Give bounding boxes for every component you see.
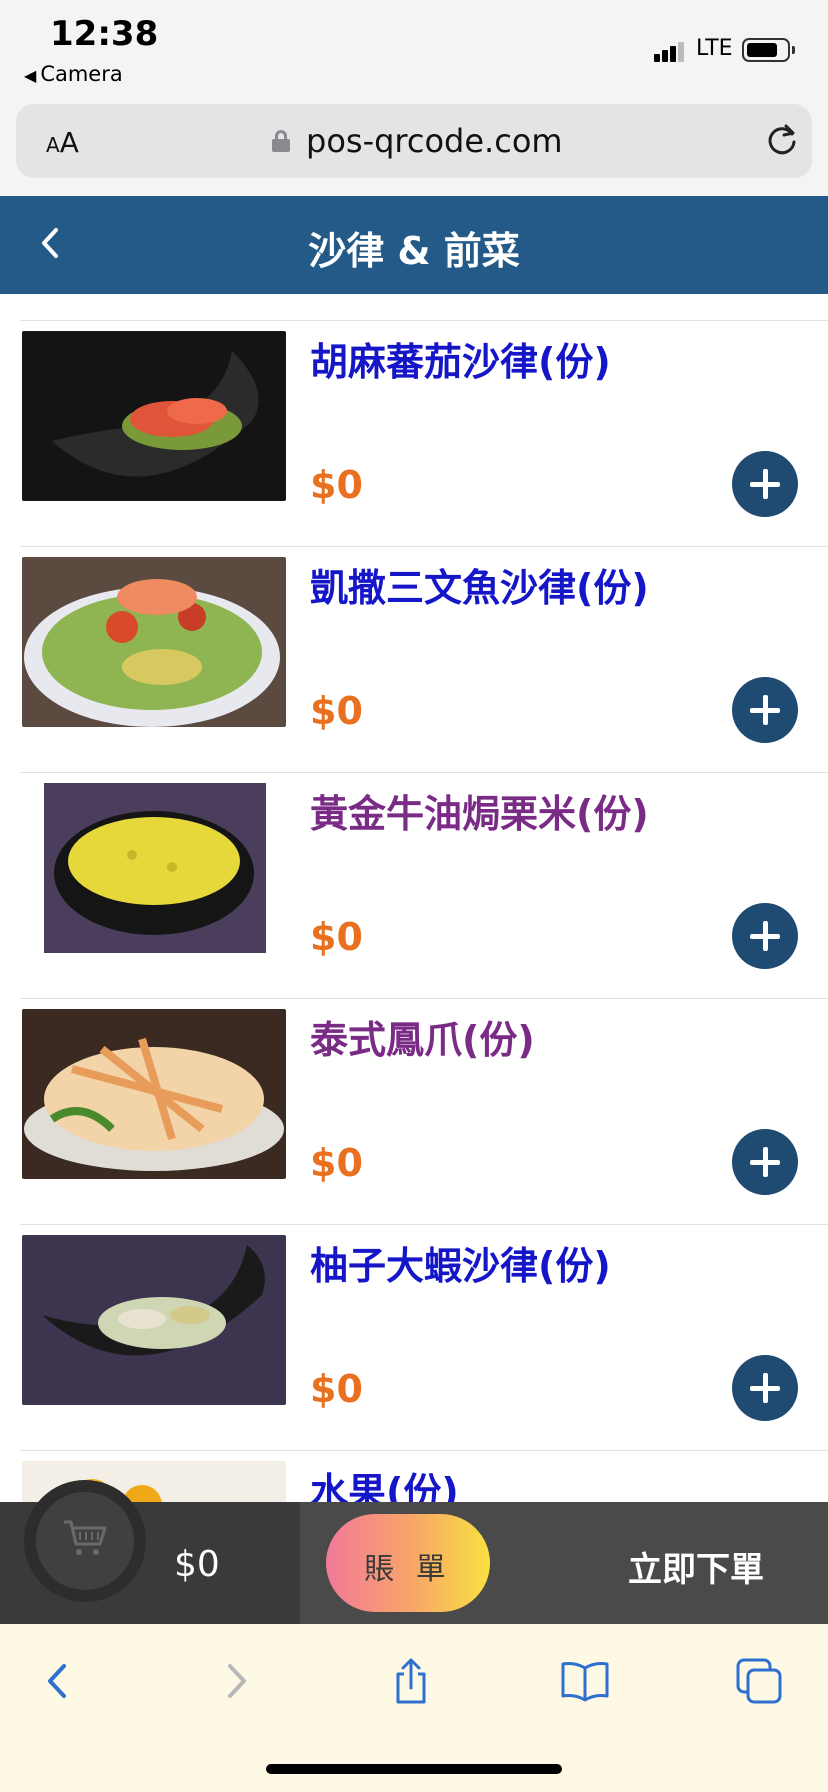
lock-icon [272,130,290,152]
back-arrow-icon[interactable] [34,1656,84,1706]
back-triangle-icon: ◀ [24,66,37,85]
browser-address-area: AA pos-qrcode.com [0,96,828,196]
cart-icon [64,1520,107,1555]
share-icon[interactable] [386,1656,436,1706]
item-price: $0 [310,463,363,507]
list-item[interactable]: 黃金牛油焗栗米(份) $0 [20,772,828,998]
place-order-button[interactable]: 立即下單 [628,1542,764,1591]
dish-photo [22,783,286,953]
list-item[interactable]: 胡麻蕃茄沙律(份) $0 [20,320,828,546]
cart-total: $0 [174,1544,220,1585]
back-app-label: Camera [40,62,123,86]
dish-photo [22,557,286,727]
network-type: LTE [696,36,733,61]
item-name[interactable]: 泰式鳳爪(份) [310,1009,535,1064]
bookmarks-icon[interactable] [560,1656,610,1706]
item-price: $0 [310,915,363,959]
list-item[interactable]: 柚子大蝦沙律(份) $0 [20,1224,828,1450]
reload-icon[interactable] [764,122,800,158]
back-to-app-link[interactable]: ◀ Camera [24,62,123,86]
bill-button[interactable]: 賬 單 [326,1514,490,1612]
list-item[interactable]: 凱撒三文魚沙律(份) $0 [20,546,828,772]
item-name[interactable]: 黃金牛油焗栗米(份) [310,783,649,838]
dish-photo [22,1009,286,1179]
item-price: $0 [310,689,363,733]
item-name[interactable]: 柚子大蝦沙律(份) [310,1235,611,1290]
signal-strength-icon [654,40,684,62]
item-price: $0 [310,1141,363,1185]
item-price: $0 [310,1367,363,1411]
add-to-cart-button[interactable] [732,903,798,969]
add-to-cart-button[interactable] [732,677,798,743]
item-name[interactable]: 凱撒三文魚沙律(份) [310,557,649,612]
forward-arrow-icon[interactable] [210,1656,260,1706]
list-item[interactable]: 水果(份) [20,1450,828,1502]
dish-photo [22,331,286,501]
status-time: 12:38 [50,14,159,54]
list-item[interactable]: 泰式鳳爪(份) $0 [20,998,828,1224]
url-domain[interactable]: pos-qrcode.com [306,122,563,160]
menu-list[interactable]: 胡麻蕃茄沙律(份) $0 凱撒三文魚沙律(份) $0 黃金牛油焗栗米(份) $0 [0,294,828,1502]
dish-photo [22,1235,286,1405]
browser-toolbar [0,1624,828,1792]
item-name[interactable]: 水果(份) [310,1461,459,1502]
address-bar[interactable]: AA pos-qrcode.com [16,104,812,178]
page-header: 沙律 & 前菜 [0,196,828,294]
page-title: 沙律 & 前菜 [308,229,520,273]
home-indicator [266,1764,562,1774]
bill-button-label: 賬 單 [364,1552,452,1587]
text-size-button[interactable]: AA [46,126,79,159]
item-name[interactable]: 胡麻蕃茄沙律(份) [310,331,611,386]
battery-icon [742,38,795,62]
cart-button[interactable] [24,1480,146,1602]
add-to-cart-button[interactable] [732,1129,798,1195]
status-bar: 12:38 ◀ Camera LTE [0,0,828,96]
add-to-cart-button[interactable] [732,451,798,517]
add-to-cart-button[interactable] [732,1355,798,1421]
tabs-icon[interactable] [734,1656,784,1706]
